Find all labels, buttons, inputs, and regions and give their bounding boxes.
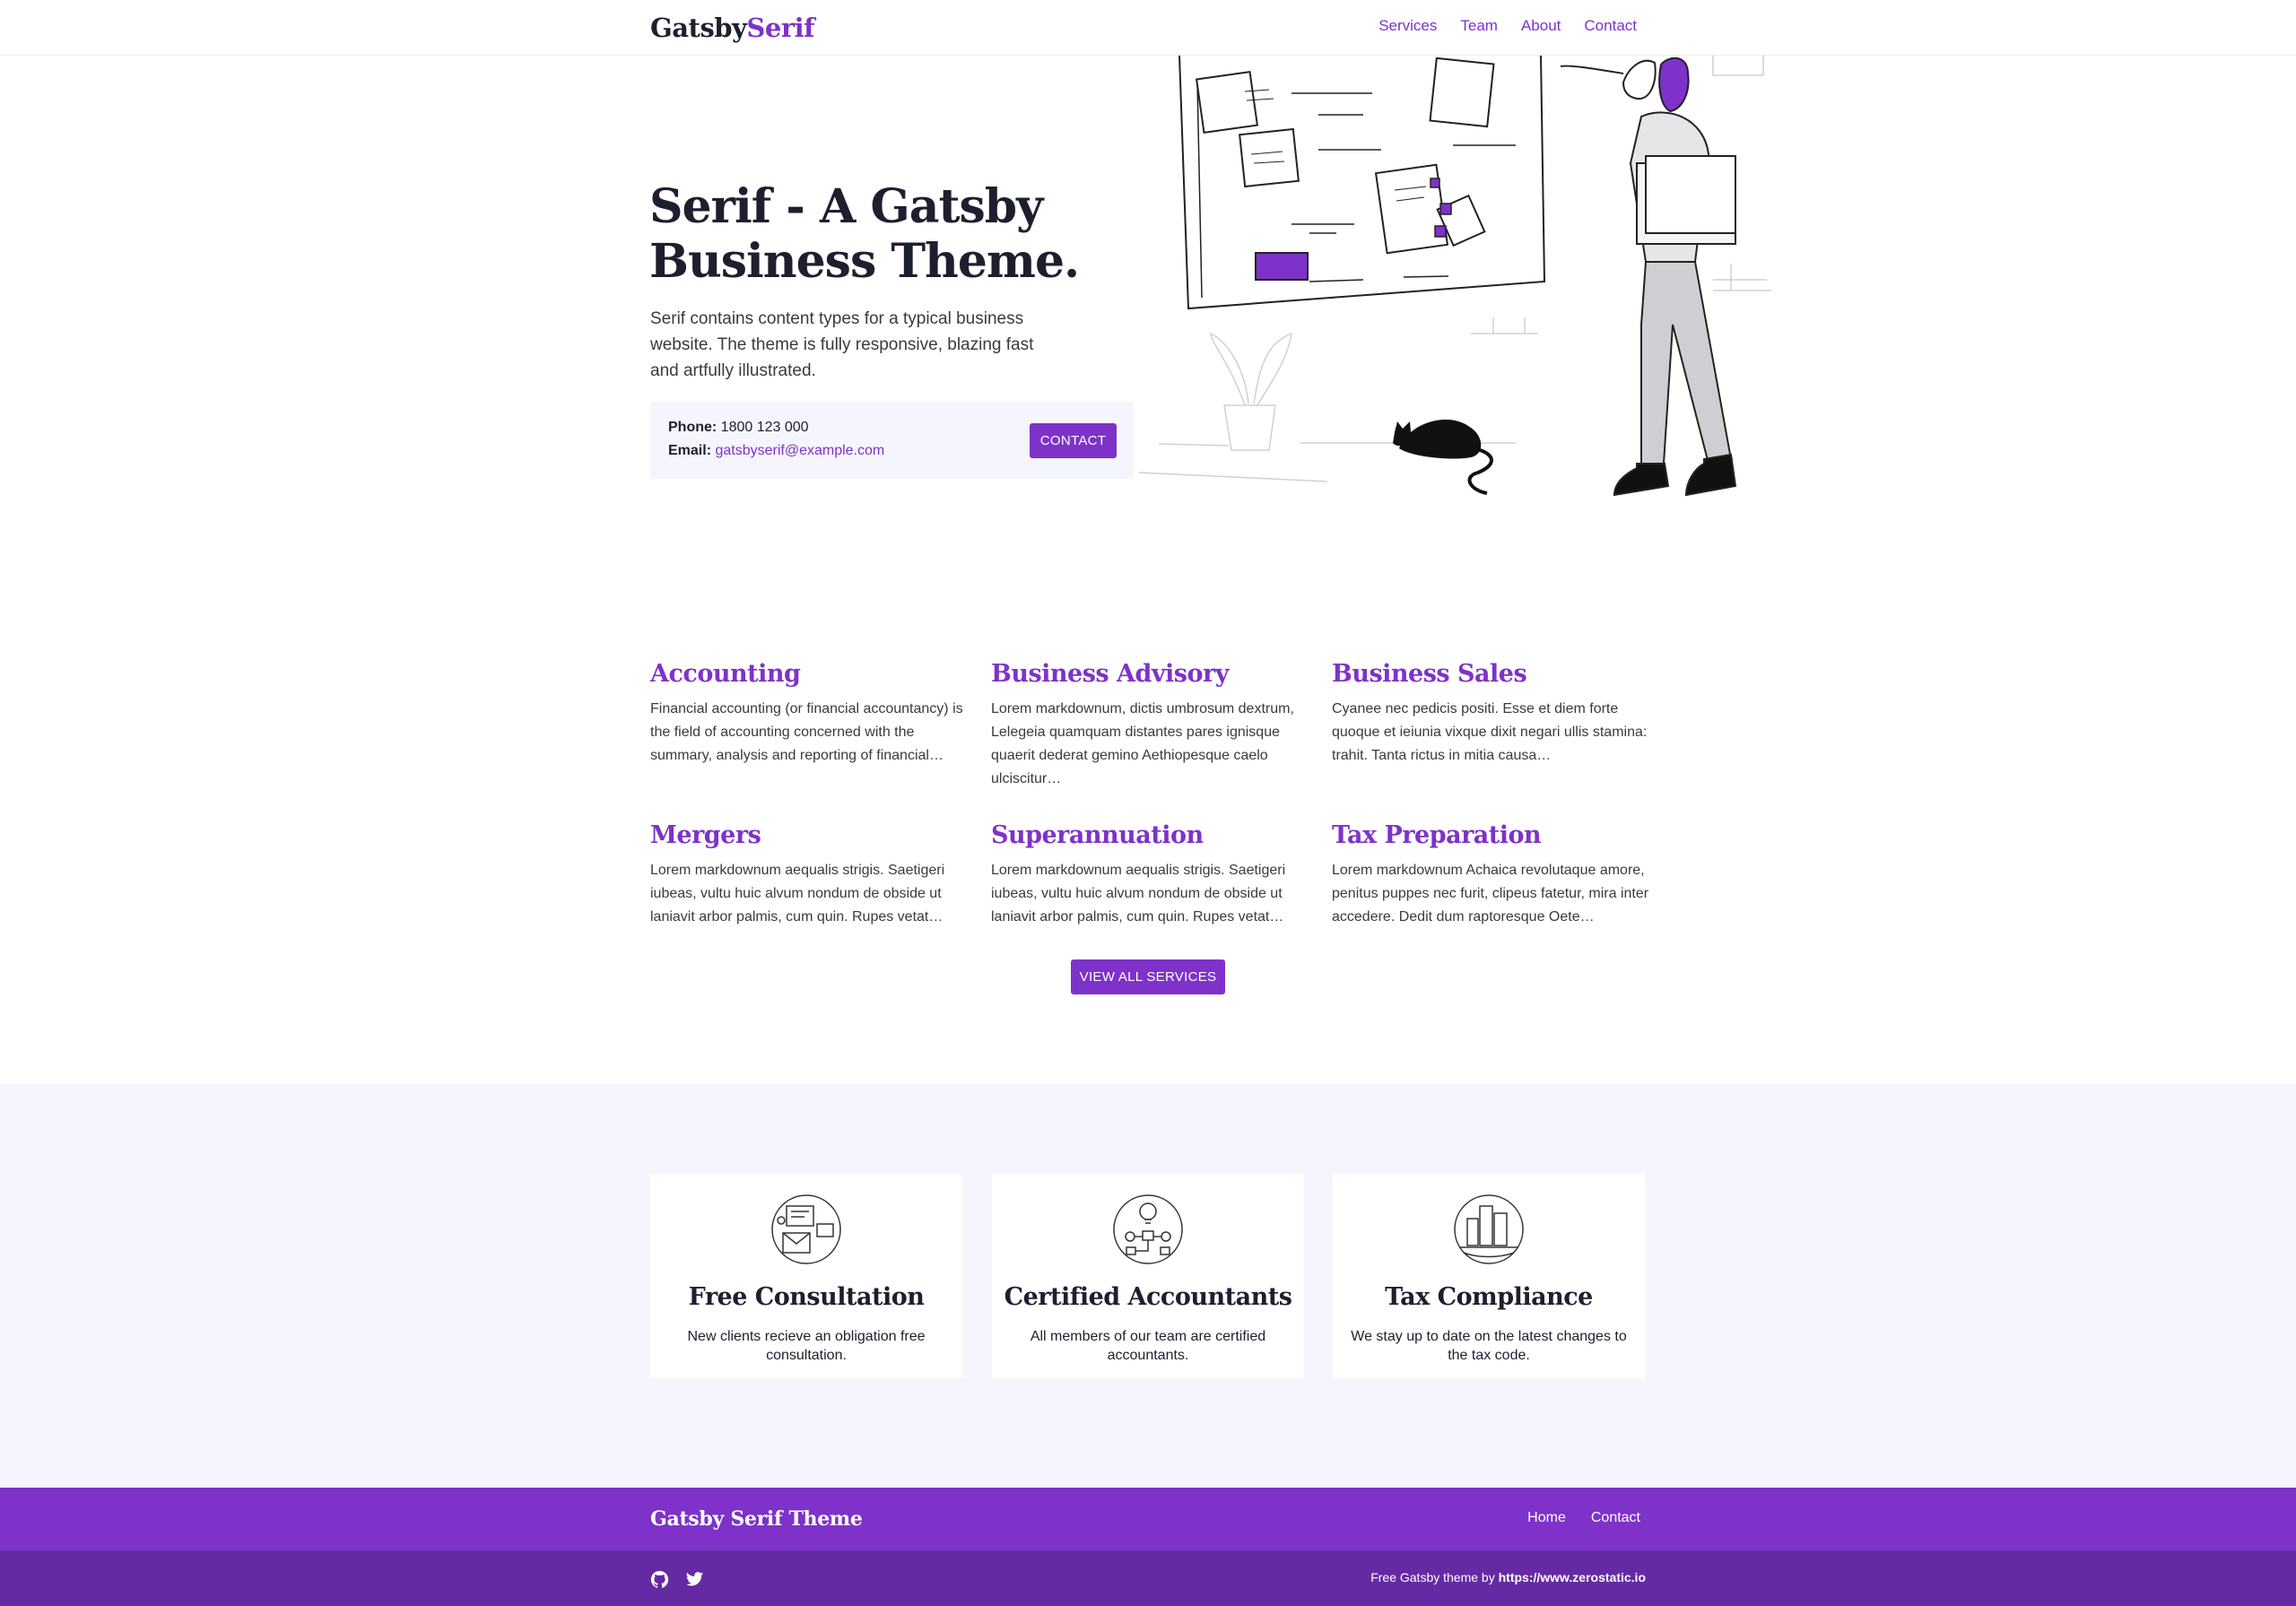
site-header: GatsbySerif Services Team About Contact	[0, 0, 2296, 56]
service-title[interactable]: Accounting	[650, 660, 969, 688]
main-nav: Services Team About Contact	[1378, 17, 1637, 35]
feature-title: Tax Compliance	[1385, 1283, 1593, 1311]
feature-text: We stay up to date on the latest changes…	[1351, 1329, 1627, 1363]
service-excerpt: Financial accounting (or financial accou…	[650, 701, 963, 763]
hero-title: Serif - A Gatsby Business Theme.	[649, 179, 1152, 289]
service-card-business-advisory[interactable]: Business Advisory Lorem markdownum, dict…	[991, 660, 1309, 791]
twitter-icon[interactable]	[685, 1570, 704, 1589]
logo-text-accent: Serif	[746, 13, 815, 43]
service-excerpt: Cyanee nec pedicis positi. Esse et diem …	[1332, 701, 1648, 763]
service-excerpt: Lorem markdownum, dictis umbrosum dextru…	[991, 701, 1294, 786]
footer-credit: Free Gatsby theme by https://www.zerosta…	[1370, 1570, 1646, 1584]
feature-text: All members of our team are certified ac…	[1030, 1329, 1266, 1363]
nav-link-about[interactable]: About	[1521, 17, 1561, 35]
nav-link-team[interactable]: Team	[1460, 17, 1498, 35]
consultation-icon	[771, 1194, 841, 1264]
service-title[interactable]: Business Sales	[1332, 660, 1650, 688]
phone-value: 1800 123 000	[720, 420, 809, 435]
hero-illustration	[1139, 56, 1771, 497]
service-card-superannuation[interactable]: Superannuation Lorem markdownum aequalis…	[991, 821, 1309, 929]
contact-box: Phone: 1800 123 000 Email: gatsbyserif@e…	[650, 402, 1134, 479]
service-title[interactable]: Tax Preparation	[1332, 821, 1650, 849]
footer-link-contact[interactable]: Contact	[1591, 1510, 1640, 1526]
email-link[interactable]: gatsbyserif@example.com	[715, 443, 884, 458]
footer-link-home[interactable]: Home	[1527, 1510, 1566, 1526]
feature-card-consultation: Free Consultation New clients recieve an…	[650, 1174, 962, 1378]
feature-card-tax-compliance: Tax Compliance We stay up to date on the…	[1333, 1174, 1645, 1378]
footer-top: Gatsby Serif Theme Home Contact	[0, 1488, 2296, 1550]
credit-prefix: Free Gatsby theme by	[1370, 1570, 1495, 1584]
contact-button[interactable]: Contact	[1030, 423, 1117, 458]
features-section: Free Consultation New clients recieve an…	[0, 1084, 2296, 1488]
service-excerpt: Lorem markdownum Achaica revolutaque amo…	[1332, 863, 1649, 925]
view-all-services-button[interactable]: View All Services	[1071, 959, 1225, 994]
feature-title: Certified Accountants	[1004, 1283, 1292, 1311]
service-excerpt: Lorem markdownum aequalis strigis. Saeti…	[991, 863, 1286, 925]
service-title[interactable]: Mergers	[650, 821, 969, 849]
nav-link-contact[interactable]: Contact	[1584, 17, 1637, 35]
footer-title[interactable]: Gatsby Serif Theme	[650, 1507, 863, 1531]
email-label: Email:	[668, 443, 712, 458]
service-card-mergers[interactable]: Mergers Lorem markdownum aequalis strigi…	[650, 821, 969, 929]
nav-link-services[interactable]: Services	[1378, 17, 1437, 35]
service-excerpt: Lorem markdownum aequalis strigis. Saeti…	[650, 863, 945, 925]
service-card-accounting[interactable]: Accounting Financial accounting (or fina…	[650, 660, 969, 768]
phone-label: Phone:	[668, 420, 718, 435]
service-card-business-sales[interactable]: Business Sales Cyanee nec pedicis positi…	[1332, 660, 1650, 768]
footer-bottom: Free Gatsby theme by https://www.zerosta…	[0, 1550, 2296, 1606]
hero-title-line-2: Business Theme.	[649, 234, 1080, 289]
service-card-tax-preparation[interactable]: Tax Preparation Lorem markdownum Achaica…	[1332, 821, 1650, 929]
phone-line: Phone: 1800 123 000	[668, 420, 809, 436]
logo-text-primary: Gatsby	[650, 13, 747, 43]
email-line: Email: gatsbyserif@example.com	[668, 443, 884, 459]
feature-card-accountants: Certified Accountants All members of our…	[992, 1174, 1304, 1378]
site-logo[interactable]: GatsbySerif	[650, 13, 815, 43]
service-title[interactable]: Business Advisory	[991, 660, 1309, 688]
feature-title: Free Consultation	[688, 1283, 925, 1311]
tax-compliance-icon	[1454, 1194, 1524, 1264]
feature-text: New clients recieve an obligation free c…	[687, 1329, 926, 1363]
social-links	[650, 1570, 704, 1589]
footer-nav: Home Contact	[1527, 1510, 1640, 1526]
hero-description: Serif contains content types for a typic…	[650, 309, 1034, 380]
credit-link[interactable]: https://www.zerostatic.io	[1499, 1570, 1646, 1584]
github-icon[interactable]	[650, 1570, 669, 1589]
service-title[interactable]: Superannuation	[991, 821, 1309, 849]
hero-title-line-1: Serif - A Gatsby	[649, 179, 1043, 234]
accountant-icon	[1113, 1194, 1183, 1264]
